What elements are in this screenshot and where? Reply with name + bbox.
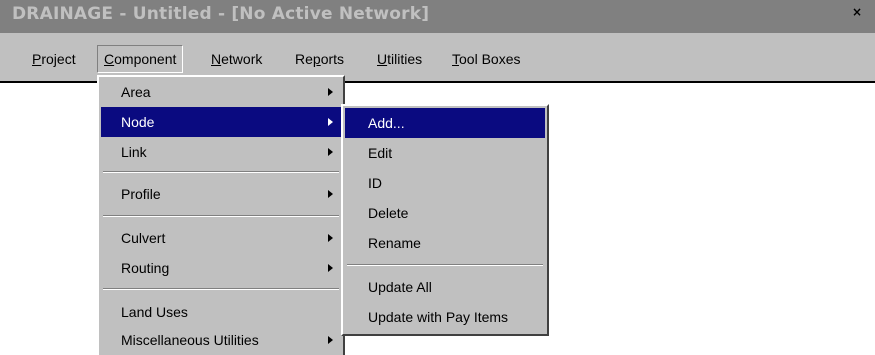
menu-component[interactable]: Component	[97, 45, 184, 73]
menu-network[interactable]: Network	[205, 47, 268, 71]
menu-item-culvert[interactable]: Culvert	[101, 223, 341, 253]
window-title: DRAINAGE - Untitled - [No Active Network…	[12, 4, 430, 24]
title-bar: DRAINAGE - Untitled - [No Active Network…	[0, 0, 875, 33]
menu-item-routing[interactable]: Routing	[101, 253, 341, 283]
menu-item-area-label: Area	[121, 84, 151, 100]
submenu-arrow-icon	[328, 234, 333, 242]
menu-item-misc-utilities-label: Miscellaneous Utilities	[121, 332, 259, 348]
menu-item-profile-label: Profile	[121, 186, 161, 202]
menu-item-node-label: Node	[121, 114, 155, 130]
submenu-arrow-icon	[328, 118, 333, 126]
menu-item-update-all[interactable]: Update All	[345, 272, 545, 302]
menu-item-delete[interactable]: Delete	[345, 198, 545, 228]
menu-item-edit-label: Edit	[368, 145, 393, 161]
component-menu: Area Node Link Profile Culvert Routing L…	[97, 75, 345, 355]
menu-item-rename-label: Rename	[368, 235, 421, 251]
menu-item-routing-label: Routing	[121, 260, 170, 276]
menu-item-culvert-label: Culvert	[121, 230, 166, 246]
menu-project-label-rest: roject	[41, 51, 76, 67]
menu-item-id[interactable]: ID	[345, 168, 545, 198]
menu-reports-label-a: Re	[295, 51, 313, 67]
menu-utilities-label-rest: tilities	[387, 51, 423, 67]
menu-item-edit[interactable]: Edit	[345, 138, 545, 168]
submenu-arrow-icon	[328, 190, 333, 198]
menu-item-profile[interactable]: Profile	[101, 179, 341, 209]
submenu-arrow-icon	[328, 264, 333, 272]
menu-item-land-uses-label: Land Uses	[121, 304, 188, 320]
menu-tool-boxes[interactable]: Tool Boxes	[446, 47, 526, 71]
menu-item-delete-label: Delete	[368, 205, 409, 221]
submenu-arrow-icon	[328, 336, 333, 344]
menu-item-add-label: Add...	[368, 115, 405, 131]
menu-tool-boxes-label-rest: ool Boxes	[459, 51, 521, 67]
close-icon[interactable]: ×	[849, 6, 865, 20]
menu-item-area[interactable]: Area	[101, 77, 341, 107]
menu-reports[interactable]: Reports	[289, 47, 350, 71]
menu-separator	[103, 171, 339, 173]
menu-item-id-label: ID	[368, 175, 382, 191]
menu-item-node[interactable]: Node	[101, 107, 341, 137]
menu-item-add[interactable]: Add...	[345, 108, 545, 138]
menu-separator	[103, 215, 339, 217]
submenu-arrow-icon	[328, 148, 333, 156]
menu-utilities[interactable]: Utilities	[371, 47, 428, 71]
menu-item-update-pay-items-label: Update with Pay Items	[368, 309, 509, 325]
menu-separator	[103, 288, 339, 290]
menu-item-link-label: Link	[121, 144, 147, 160]
node-submenu: Add... Edit ID Delete Rename Update All …	[341, 104, 549, 336]
menu-item-update-pay-items[interactable]: Update with Pay Items	[345, 302, 545, 332]
menu-separator	[347, 264, 543, 266]
menu-item-land-uses[interactable]: Land Uses	[101, 297, 341, 327]
menu-item-misc-utilities[interactable]: Miscellaneous Utilities	[101, 325, 341, 355]
menu-network-label-rest: etwork	[221, 51, 263, 67]
menu-project[interactable]: Project	[26, 47, 82, 71]
menu-item-update-all-label: Update All	[368, 279, 432, 295]
menu-item-link[interactable]: Link	[101, 137, 341, 167]
menu-reports-label-b: orts	[320, 51, 345, 67]
menu-component-label-rest: omponent	[114, 51, 177, 67]
menu-item-rename[interactable]: Rename	[345, 228, 545, 258]
submenu-arrow-icon	[328, 88, 333, 96]
